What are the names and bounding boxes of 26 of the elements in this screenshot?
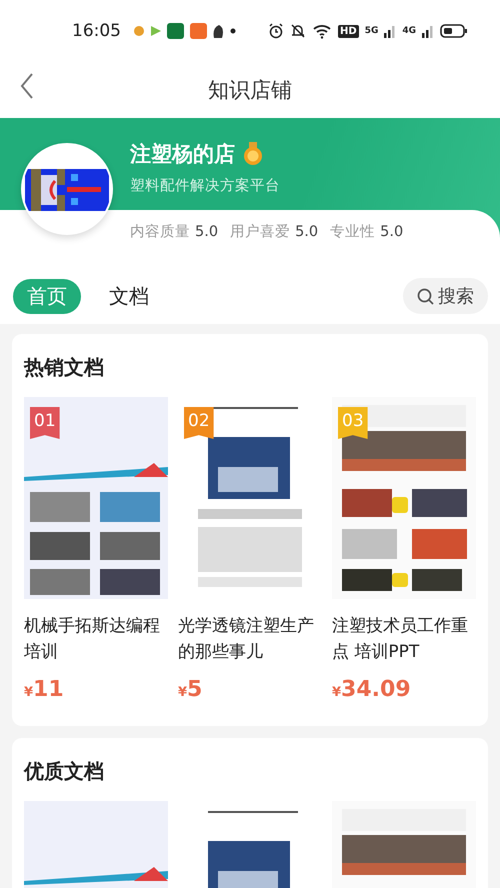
document-title[interactable]: 光学透镜注塑生产的那些事儿 — [178, 613, 322, 665]
search-button[interactable]: 搜索 — [403, 278, 488, 314]
network-label: HD — [338, 24, 359, 38]
document-price: ¥34.09 — [332, 677, 412, 702]
rating-label: 用户喜爱 — [230, 223, 290, 241]
shop-name: 注塑杨的店 — [130, 141, 235, 168]
rating-label: 专业性 — [330, 223, 376, 241]
section-title: 优质文档 — [24, 758, 105, 785]
document-price: ¥11 — [24, 677, 65, 702]
shop-subtitle: 塑料配件解决方案平台 — [130, 176, 280, 195]
document-title[interactable]: 机械手拓斯达编程培训 — [24, 613, 168, 665]
rating-value: 5.0 — [195, 224, 218, 240]
page-title: 知识店铺 — [208, 77, 292, 104]
tab[interactable]: 文档 — [95, 278, 163, 314]
rank-badge: 03 — [338, 407, 368, 439]
network-label: 4G — [402, 26, 416, 36]
rank-badge: 01 — [30, 407, 60, 439]
rating-label: 内容质量 — [130, 222, 190, 241]
network-label: 5G — [364, 26, 378, 36]
status-time: 16:05 — [72, 21, 121, 41]
rank-badge: 02 — [184, 407, 214, 439]
document-price: ¥5 — [178, 677, 204, 702]
rating-value: 5.0 — [295, 224, 318, 240]
document-title[interactable]: 注塑技术员工作重点 培训PPT — [332, 613, 476, 665]
section-title: 热销文档 — [24, 354, 105, 381]
rating-value: 5.0 — [380, 224, 404, 240]
